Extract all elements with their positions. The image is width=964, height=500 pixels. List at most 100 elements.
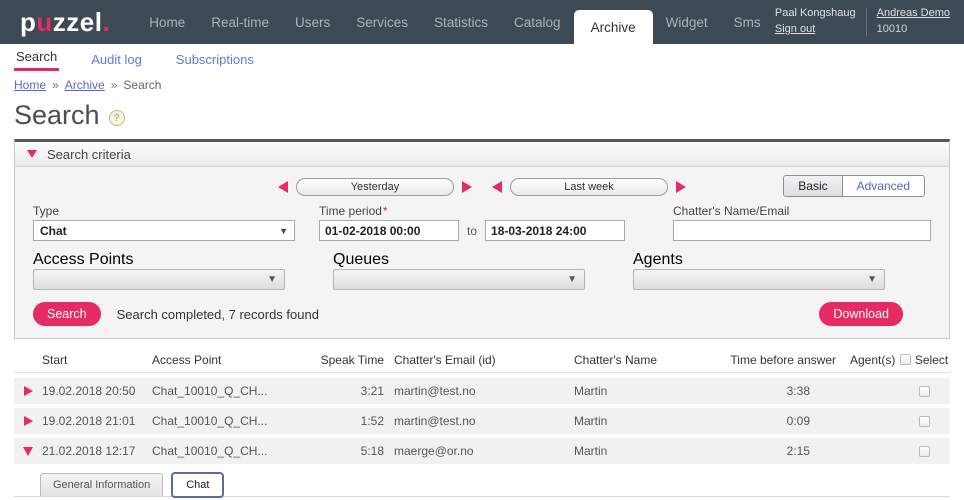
cell-chatter-name: Martin (574, 414, 724, 428)
prev-day-arrow-icon[interactable] (278, 181, 288, 193)
download-button[interactable]: Download (819, 302, 903, 326)
cell-start: 19.02.2018 20:50 (42, 384, 152, 398)
cell-start: 19.02.2018 21:01 (42, 414, 152, 428)
next-day-arrow-icon[interactable] (462, 181, 472, 193)
search-button[interactable]: Search (33, 302, 101, 326)
cell-access-point: Chat_10010_Q_CH... (152, 444, 314, 458)
breadcrumb-separator: » (52, 78, 59, 92)
breadcrumb-home[interactable]: Home (14, 78, 46, 92)
breadcrumb: Home » Archive » Search (14, 78, 950, 92)
chatter-input[interactable] (673, 220, 931, 241)
page-title: Search (14, 100, 100, 131)
basic-mode-button[interactable]: Basic (784, 176, 842, 196)
search-status: Search completed, 7 records found (117, 307, 319, 322)
search-criteria-panel: Search criteria Yesterday Last week Basi… (14, 139, 950, 339)
nav-item-users[interactable]: Users (282, 0, 343, 44)
user-info: Paal Kongshaug Sign out Andreas Demo 100… (775, 0, 964, 44)
table-header-row: StartAccess PointSpeak TimeChatter's Ema… (14, 347, 950, 373)
column-header-chatter-s-email-id: Chatter's Email (id) (384, 353, 574, 367)
sub-nav: Search Audit log Subscriptions (0, 44, 964, 71)
row-checkbox[interactable] (919, 386, 930, 397)
nav-item-widget[interactable]: Widget (653, 0, 721, 44)
criteria-header[interactable]: Search criteria (15, 142, 949, 167)
row-checkbox[interactable] (919, 446, 930, 457)
collapse-icon (27, 150, 37, 158)
nav-item-archive[interactable]: Archive (574, 10, 653, 44)
cell-speak-time: 3:21 (314, 384, 384, 398)
agents-select[interactable]: ▼ (633, 269, 885, 290)
required-mark: * (383, 204, 388, 218)
type-label: Type (33, 204, 295, 218)
table-row[interactable]: 19.02.2018 20:50Chat_10010_Q_CH...3:21ma… (14, 378, 950, 404)
subnav-item-subscriptions[interactable]: Subscriptions (174, 49, 256, 71)
puzzel-logo[interactable]: puzzel. (0, 0, 136, 44)
cell-chatter-email: martin@test.no (384, 414, 574, 428)
nav-item-real-time[interactable]: Real-time (198, 0, 282, 44)
expand-row-icon[interactable] (24, 416, 33, 426)
sign-out-link[interactable]: Sign out (775, 23, 815, 35)
nav-item-statistics[interactable]: Statistics (421, 0, 501, 44)
tab-general-information[interactable]: General Information (40, 473, 163, 496)
time-from-input[interactable] (319, 220, 459, 241)
column-header-time-before-answer: Time before answer (724, 353, 836, 367)
column-header-agent-s: Agent(s) (836, 353, 898, 367)
access-points-select[interactable]: ▼ (33, 269, 285, 290)
agents-label: Agents (633, 251, 683, 268)
prev-week-arrow-icon[interactable] (492, 181, 502, 193)
table-row[interactable]: 19.02.2018 21:01Chat_10010_Q_CH...1:52ma… (14, 408, 950, 434)
tab-chat[interactable]: Chat (171, 472, 224, 498)
yesterday-button[interactable]: Yesterday (296, 178, 454, 196)
nav-item-services[interactable]: Services (343, 0, 421, 44)
help-icon[interactable]: ? (109, 110, 125, 126)
user-divider (866, 8, 867, 36)
time-to-input[interactable] (485, 220, 625, 241)
breadcrumb-search: Search (123, 78, 161, 92)
cell-access-point: Chat_10010_Q_CH... (152, 384, 314, 398)
last-week-button[interactable]: Last week (510, 178, 668, 196)
cell-time-before-answer: 3:38 (724, 384, 836, 398)
results-table: StartAccess PointSpeak TimeChatter's Ema… (14, 347, 950, 500)
chatter-label: Chatter's Name/Email (673, 204, 931, 218)
subnav-item-audit-log[interactable]: Audit log (89, 49, 144, 71)
top-nav: puzzel. HomeReal-timeUsersServicesStatis… (0, 0, 964, 44)
cell-access-point: Chat_10010_Q_CH... (152, 414, 314, 428)
table-row[interactable]: 21.02.2018 12:17Chat_10010_Q_CH...5:18ma… (14, 438, 950, 464)
expand-row-icon[interactable] (24, 386, 33, 396)
chevron-down-icon: ▼ (567, 274, 577, 285)
criteria-header-label: Search criteria (47, 147, 131, 162)
nav-item-catalog[interactable]: Catalog (501, 0, 574, 44)
detail-tabs: General Information Chat (14, 472, 950, 497)
type-select[interactable]: Chat ▼ (33, 220, 295, 241)
select-all-checkbox[interactable] (900, 354, 911, 365)
row-checkbox[interactable] (919, 416, 930, 427)
logo-dot: . (102, 7, 110, 38)
logo-text2: zzel (53, 7, 103, 38)
customer-link[interactable]: Andreas Demo (877, 7, 950, 19)
type-select-value: Chat (40, 224, 67, 238)
breadcrumb-archive[interactable]: Archive (65, 78, 105, 92)
collapse-row-icon[interactable] (23, 447, 33, 456)
cell-chatter-name: Martin (574, 444, 724, 458)
customer-id: 10010 (877, 22, 950, 38)
next-week-arrow-icon[interactable] (676, 181, 686, 193)
column-header-access-point: Access Point (152, 353, 314, 367)
cell-time-before-answer: 2:15 (724, 444, 836, 458)
subnav-item-search[interactable]: Search (14, 46, 59, 71)
expanded-row-detail: General InformationChatThis chat log is … (14, 468, 950, 500)
column-header-select: Select (898, 353, 950, 367)
nav-item-sms[interactable]: Sms (721, 0, 774, 44)
advanced-mode-button[interactable]: Advanced (843, 176, 924, 196)
nav-item-home[interactable]: Home (136, 0, 198, 44)
chevron-down-icon: ▼ (867, 274, 877, 285)
queues-select[interactable]: ▼ (333, 269, 585, 290)
cell-speak-time: 1:52 (314, 414, 384, 428)
column-header-start: Start (42, 353, 152, 367)
logo-u: u (36, 7, 52, 38)
column-header-speak-time: Speak Time (314, 353, 384, 367)
cell-speak-time: 5:18 (314, 444, 384, 458)
chevron-down-icon: ▼ (279, 226, 288, 236)
breadcrumb-separator: » (111, 78, 118, 92)
content: Home » Archive » Search Search ? Search crit… (0, 71, 964, 500)
cell-chatter-name: Martin (574, 384, 724, 398)
column-header-chatter-s-name: Chatter's Name (574, 353, 724, 367)
